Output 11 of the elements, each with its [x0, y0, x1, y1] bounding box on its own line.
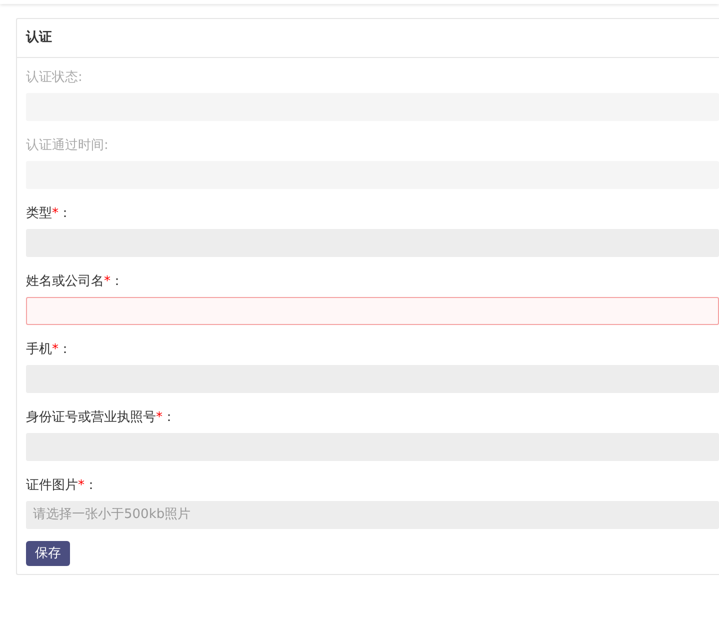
- field-label: 手机*：: [26, 340, 72, 358]
- field-label: 认证状态:: [26, 68, 84, 86]
- input-field[interactable]: 请选择一张小于500kb照片: [26, 500, 719, 528]
- field-label: 身份证号或营业执照号*：: [26, 408, 176, 426]
- save-button[interactable]: 保存: [26, 540, 70, 566]
- card-title: 认证: [17, 19, 719, 58]
- field-label: 证件图片*：: [26, 476, 98, 494]
- field-label: 认证通过时间:: [26, 136, 110, 154]
- field-label: 类型*：: [26, 204, 72, 222]
- field-label: 姓名或公司名*：: [26, 272, 124, 290]
- input-field[interactable]: [26, 296, 719, 324]
